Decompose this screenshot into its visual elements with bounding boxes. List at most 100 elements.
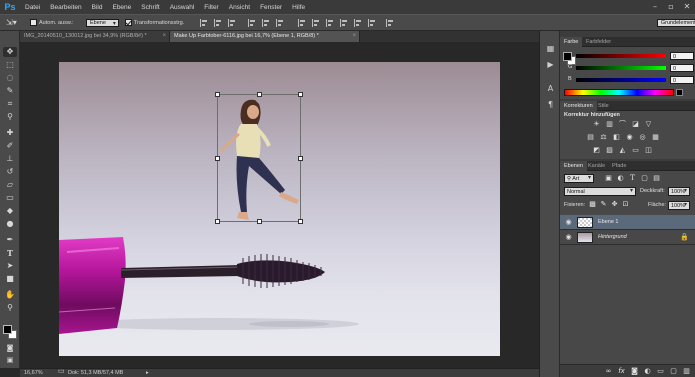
tab-korrekturen[interactable]: Korrekturen [560,101,597,111]
quick-mask-icon[interactable]: ◙ [3,343,17,353]
blue-slider-track[interactable] [576,78,666,82]
tab-stile[interactable]: Stile [594,101,613,111]
color-lookup-icon[interactable]: ▦ [651,133,660,142]
crop-tool-icon[interactable]: ⌗ [3,99,17,109]
green-value[interactable]: 0 [670,64,694,72]
document-canvas[interactable] [59,62,500,356]
layer-filter-dropdown[interactable]: ⚲ Art [564,174,594,183]
marquee-tool-icon[interactable]: ⬚ [3,60,17,70]
distribute-top-icon[interactable] [298,19,306,27]
adjustment-layer-icon[interactable]: ◐ [643,367,652,376]
align-bottom-icon[interactable] [228,19,236,27]
history-panel-icon[interactable]: ▦ [545,43,556,54]
align-hcenter-icon[interactable] [262,19,270,27]
layer-row-ebene-1[interactable]: ◉ Ebene 1 [560,215,695,230]
transform-handle-tr[interactable] [298,92,303,97]
canvas-area[interactable] [20,42,539,368]
brush-tool-icon[interactable]: ✐ [3,141,17,151]
tab-pfade[interactable]: Pfade [608,161,630,171]
align-top-icon[interactable] [200,19,208,27]
selective-color-icon[interactable]: ◫ [644,146,653,155]
align-right-icon[interactable] [276,19,284,27]
transform-handle-bl[interactable] [215,219,220,224]
invert-icon[interactable]: ◩ [592,146,601,155]
channel-mixer-icon[interactable]: ◎ [638,133,647,142]
color-panel-foreground-swatch[interactable] [563,52,572,61]
tab-ebenen[interactable]: Ebenen [560,161,587,171]
menu-datei[interactable]: Datei [20,4,45,11]
filter-pixel-icon[interactable]: ▣ [604,174,613,183]
filter-adjustment-icon[interactable]: ◐ [616,174,625,183]
auto-select-checkbox[interactable]: Autom. ausw.: [30,18,74,28]
hand-tool-icon[interactable]: ✋ [3,290,17,300]
color-spectrum-bar[interactable] [564,89,674,96]
transform-handle-top[interactable] [257,92,262,97]
black-white-icon[interactable]: ◧ [612,133,621,142]
tab-close-icon[interactable]: × [352,31,356,42]
type-tool-icon[interactable]: T [3,248,17,258]
move-tool-icon[interactable]: ✥ [3,47,17,57]
filter-shape-icon[interactable]: ▢ [640,174,649,183]
tab-make-up-farbtober[interactable]: Make Up Farbtober-6116.jpg bei 16,7% (Eb… [170,31,360,42]
distribute-vcenter-icon[interactable] [312,19,320,27]
workspace-dropdown[interactable]: Grundelemente [656,19,695,27]
exposure-icon[interactable]: ◪ [631,120,640,129]
blend-mode-dropdown[interactable]: Normal [564,187,636,196]
link-layers-icon[interactable]: ∞ [604,367,613,376]
opacity-input[interactable]: 100% [668,187,690,196]
tab-farbfelder[interactable]: Farbfelder [582,37,615,47]
paragraph-panel-icon[interactable]: ¶ [545,99,556,110]
blur-tool-icon[interactable]: ◆ [3,206,17,216]
distribute-bottom-icon[interactable] [326,19,334,27]
menu-ebene[interactable]: Ebene [107,4,136,11]
lock-all-icon[interactable]: ⊡ [621,200,630,209]
filter-type-icon[interactable]: T [628,174,637,183]
clone-stamp-tool-icon[interactable]: ⊥ [3,154,17,164]
red-slider[interactable]: R 0 [568,52,694,60]
color-balance-icon[interactable]: ⚖ [599,133,608,142]
pen-tool-icon[interactable]: ✒ [3,235,17,245]
maximize-button[interactable]: ▫ [663,0,679,14]
brightness-contrast-icon[interactable]: ☀ [592,120,601,129]
actions-panel-icon[interactable]: ▶ [545,59,556,70]
transform-handle-tl[interactable] [215,92,220,97]
foreground-color-swatch[interactable] [3,325,12,334]
menu-schrift[interactable]: Schrift [136,4,164,11]
auto-select-check-box[interactable] [30,19,37,27]
tab-close-icon[interactable]: × [162,31,166,42]
green-slider-track[interactable] [576,66,666,70]
shape-tool-icon[interactable]: ■ [3,274,17,284]
align-vcenter-icon[interactable] [214,19,222,27]
history-brush-tool-icon[interactable]: ↺ [3,167,17,177]
visibility-eye-icon[interactable]: ◉ [564,218,573,227]
new-group-icon[interactable]: ▭ [656,367,665,376]
add-mask-icon[interactable]: ◙ [630,367,639,376]
gradient-map-icon[interactable]: ▭ [631,146,640,155]
blue-value[interactable]: 0 [670,76,694,84]
vibrance-icon[interactable]: ▽ [644,120,653,129]
zoom-level[interactable]: 16,67% [24,369,43,377]
distribute-hcenter-icon[interactable] [354,19,362,27]
character-panel-icon[interactable]: A [545,83,556,94]
filter-smart-object-icon[interactable]: ▤ [652,174,661,183]
visibility-eye-icon[interactable]: ◉ [564,233,573,242]
transform-handle-bottom[interactable] [257,219,262,224]
auto-select-target-dropdown[interactable]: Ebene [86,19,119,27]
threshold-icon[interactable]: ◭ [618,146,627,155]
fill-input[interactable]: 100% [668,201,690,210]
transform-controls-checkbox[interactable]: Transformationsstrg. [125,18,184,28]
screen-mode-icon[interactable]: ▣ [3,355,17,365]
healing-brush-tool-icon[interactable]: ✚ [3,128,17,138]
move-tool-preset-icon[interactable]: ⇲▾ [6,18,17,28]
green-slider[interactable]: G 0 [568,64,694,72]
new-layer-icon[interactable]: ▢ [669,367,678,376]
menu-fenster[interactable]: Fenster [255,4,287,11]
minimize-button[interactable]: – [647,0,663,14]
lasso-tool-icon[interactable]: ◌ [3,73,17,83]
distribute-left-icon[interactable] [340,19,348,27]
auto-align-icon[interactable] [386,19,394,27]
lock-pixels-icon[interactable]: ✎ [599,200,608,209]
eraser-tool-icon[interactable]: ▱ [3,180,17,190]
transform-controls-check-box[interactable] [125,19,132,27]
blue-slider[interactable]: B 0 [568,76,694,84]
